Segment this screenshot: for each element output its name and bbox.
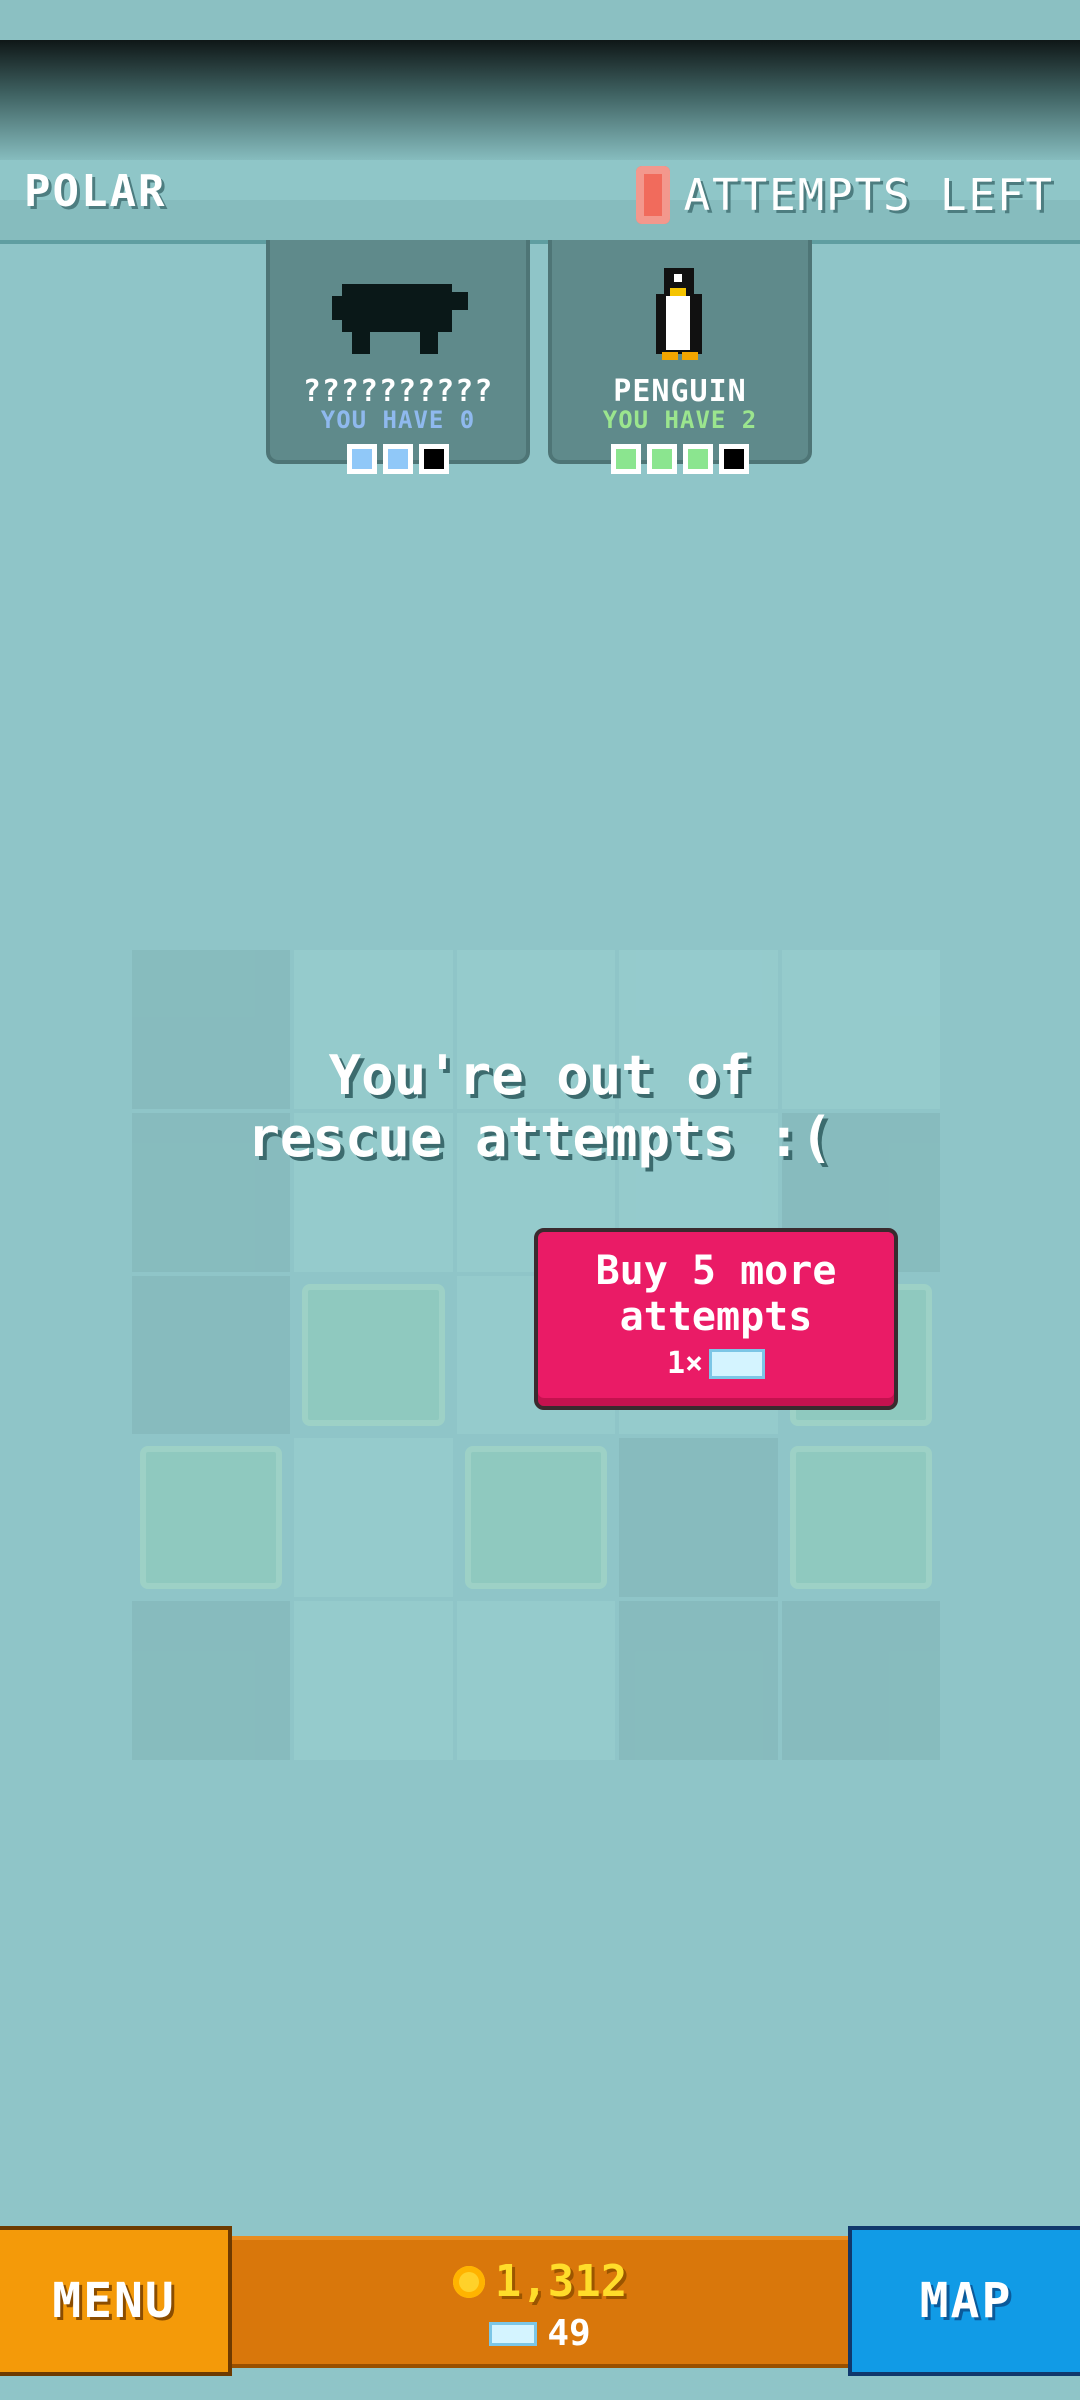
board-cell — [294, 1601, 453, 1760]
out-of-attempts-message: You're out of rescue attempts :( — [0, 1045, 1080, 1169]
message-line: rescue attempts :( — [247, 1106, 833, 1169]
board-cell — [619, 1601, 778, 1760]
animal-name: ?????????? — [302, 374, 494, 409]
message-line: You're out of — [328, 1044, 752, 1107]
region-title: POLAR — [24, 166, 167, 217]
animal-name: PENGUIN — [613, 374, 747, 409]
attempts-count: 0 — [635, 166, 670, 224]
board-cell — [132, 1275, 291, 1435]
menu-button[interactable]: MENU — [0, 2226, 232, 2376]
coin-amount: 1,312 — [494, 2256, 628, 2307]
animal-card-unknown[interactable]: ?????????? YOU HAVE 0 — [266, 240, 530, 474]
animal-count: YOU HAVE 0 — [320, 406, 476, 434]
buy-button-label: Buy 5 more — [595, 1248, 837, 1294]
gem-icon — [709, 1348, 766, 1379]
header: POLAR 0 ATTEMPTS LEFT — [0, 160, 1080, 244]
bottom-bar: MENU 1,312 49 MAP — [0, 2226, 1080, 2378]
animal-count: YOU HAVE 2 — [602, 406, 758, 434]
map-button[interactable]: MAP — [848, 2226, 1080, 2376]
progress-dot — [611, 444, 641, 474]
board-cell — [619, 1438, 778, 1598]
coin-balance: 1,312 — [232, 2256, 848, 2307]
animal-card-penguin[interactable]: PENGUIN YOU HAVE 2 — [548, 240, 812, 474]
gem-amount: 49 — [547, 2313, 591, 2354]
buy-button-label: attempts — [619, 1294, 813, 1340]
progress-dot — [647, 444, 677, 474]
progress-dot — [683, 444, 713, 474]
buy-attempts-button[interactable]: Buy 5 more attempts 1× — [534, 1228, 898, 1410]
progress-dots — [552, 444, 808, 474]
buy-cost: 1× — [538, 1346, 894, 1381]
bear-silhouette-icon — [332, 284, 468, 354]
board-tile-penguin — [302, 1283, 445, 1427]
progress-dot — [383, 444, 413, 474]
board-cell — [132, 1601, 291, 1760]
progress-dots — [270, 444, 526, 474]
board-cell — [456, 1601, 616, 1760]
progress-dot — [347, 444, 377, 474]
top-shade — [0, 40, 1080, 160]
coin-icon — [452, 2265, 485, 2298]
status-bar — [0, 0, 1080, 40]
board-cell — [781, 1601, 940, 1760]
board-tile-penguin — [464, 1446, 608, 1590]
progress-dot — [719, 444, 749, 474]
board-tile-penguin — [140, 1446, 283, 1590]
gem-icon — [489, 2321, 538, 2346]
progress-dot — [419, 444, 449, 474]
currency-panel: 1,312 49 — [232, 2236, 848, 2368]
attempts-label: ATTEMPTS LEFT — [683, 169, 1054, 221]
board-cell — [294, 1438, 453, 1598]
board-tile-bear — [789, 1446, 932, 1590]
penguin-icon — [656, 268, 702, 360]
gem-balance: 49 — [232, 2313, 848, 2354]
attempts-indicator: 0 ATTEMPTS LEFT — [635, 166, 1054, 224]
buy-cost-amount: 1× — [666, 1346, 704, 1381]
